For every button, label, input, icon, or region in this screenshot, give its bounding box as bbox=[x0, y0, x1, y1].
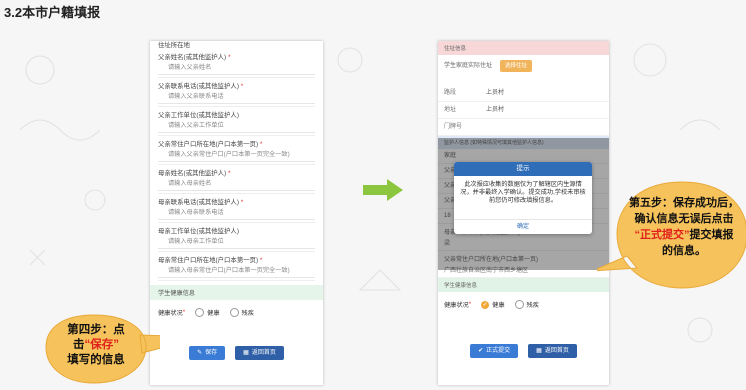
field-label: 父亲联系电话(或其他监护人) * bbox=[158, 83, 244, 90]
address-row: 路段 上员村 bbox=[438, 85, 609, 102]
right-arrow-icon bbox=[363, 179, 403, 201]
grid-icon: ▦ bbox=[243, 350, 249, 356]
form-field: 父亲联系电话(或其他监护人) * 请输入父亲联系电话 bbox=[158, 81, 315, 107]
dialog-title: 提示 bbox=[454, 162, 592, 176]
save-button[interactable]: ✎ 保存 bbox=[189, 346, 226, 360]
step4-highlight: “保存” bbox=[84, 339, 120, 351]
grid-icon: ▦ bbox=[536, 348, 542, 354]
field-input[interactable]: 请输入父亲常住户口(户口本第一页完全一致) bbox=[158, 148, 315, 162]
send-icon: ✔ bbox=[478, 348, 484, 354]
confirm-dialog: 提示 此次报应收集的数据仅为了解辖区内生源情况，并非最终入学确认。提交成功,学校… bbox=[454, 162, 592, 234]
healthy-radio[interactable] bbox=[195, 308, 205, 317]
form-field: 父亲工作单位(或其他监护人) 请输入父亲工作单位 bbox=[158, 110, 315, 136]
field-input[interactable]: 请输入母亲姓名 bbox=[158, 177, 315, 191]
disabled-option: 残疾 bbox=[241, 310, 254, 317]
form-field: 母亲工作单位(或其他监护人) 请输入母亲工作单位 bbox=[158, 226, 315, 252]
step5-callout: 第五步：保存成功后， 确认信息无误后点击 “正式提交”提交填报 的信息。 bbox=[591, 176, 746, 296]
step5-line2: 确认信息无误后点击 bbox=[634, 213, 734, 225]
field-input[interactable]: 请输入母亲工作单位 bbox=[158, 235, 315, 249]
health-label: 健康状况 bbox=[444, 302, 469, 309]
healthy-option: 健康 bbox=[207, 310, 220, 317]
save-icon: ✎ bbox=[197, 350, 203, 356]
dialog-message: 此次报应收集的数据仅为了解辖区内生源情况，并非最终入学确认。提交成功,学校未审核… bbox=[460, 181, 586, 204]
step4-line1: 第四步：点 bbox=[67, 324, 125, 336]
field-label: 母亲常住户口所在地(户口本第一页) * bbox=[158, 257, 263, 264]
cut-label: 住址所在地 bbox=[158, 42, 190, 49]
step5-highlight: “正式提交” bbox=[634, 229, 690, 241]
dialog-ok-button[interactable]: 确定 bbox=[454, 219, 592, 234]
field-input[interactable]: 请输入父亲工作单位 bbox=[158, 119, 315, 133]
page-title: 3.2本市户籍填报 bbox=[4, 5, 101, 20]
form-field: 父亲姓名(或其他监护人) * 请输入父亲姓名 bbox=[158, 52, 315, 78]
address-row: 门牌号 bbox=[438, 119, 609, 136]
step5-line3: 提交填报 bbox=[689, 229, 734, 241]
actual-address-row: 学生家庭实际住址 选择住址 bbox=[438, 55, 609, 77]
step5-line4: 的信息。 bbox=[662, 245, 706, 257]
back-home-button[interactable]: ▦ 返回首页 bbox=[528, 344, 577, 358]
form-field: 母亲联系电话(或其他监护人) * 请输入母亲联系电话 bbox=[158, 197, 315, 223]
disabled-option: 残疾 bbox=[526, 302, 539, 309]
form-field: 母亲姓名(或其他监护人) * 请输入母亲姓名 bbox=[158, 168, 315, 194]
disabled-radio[interactable] bbox=[229, 308, 239, 317]
field-input[interactable]: 请输入母亲常住户口(户口本第一页完全一致) bbox=[158, 264, 315, 278]
health-row: 健康状况 * ✓ 健康 残疾 bbox=[444, 300, 539, 309]
field-input[interactable]: 请输入父亲姓名 bbox=[158, 61, 315, 75]
right-form-screenshot: 住址信息 学生家庭实际住址 选择住址 路段 上员村 地址 上员村 门牌号 监护人信息 (… bbox=[438, 41, 609, 385]
address-section-title: 住址信息 bbox=[438, 41, 609, 55]
health-section-title: 学生健康信息 bbox=[150, 285, 323, 300]
field-label: 母亲姓名(或其他监护人) * bbox=[158, 170, 231, 177]
form-field: 母亲常住户口所在地(户口本第一页) * 请输入母亲常住户口(户口本第一页完全一致) bbox=[158, 255, 315, 281]
submit-button[interactable]: ✔ 正式提交 bbox=[470, 344, 519, 358]
field-input[interactable]: 请输入母亲联系电话 bbox=[158, 206, 315, 220]
field-input[interactable]: 请输入父亲联系电话 bbox=[158, 90, 315, 104]
healthy-option: 健康 bbox=[492, 302, 505, 309]
choose-address-button[interactable]: 选择住址 bbox=[500, 60, 533, 72]
back-home-button[interactable]: ▦ 返回首页 bbox=[235, 346, 284, 360]
field-label: 母亲工作单位(或其他监护人) bbox=[158, 228, 239, 235]
field-label: 父亲工作单位(或其他监护人) bbox=[158, 112, 239, 119]
address-row: 地址 上员村 bbox=[438, 102, 609, 119]
field-label: 父亲常住户口所在地(户口本第一页) * bbox=[158, 141, 263, 148]
form-field: 父亲常住户口所在地(户口本第一页) * 请输入父亲常住户口(户口本第一页完全一致) bbox=[158, 139, 315, 165]
health-label: 健康状况 bbox=[158, 310, 183, 317]
disabled-radio[interactable] bbox=[514, 300, 524, 309]
step4-line3: 填写的信息 bbox=[67, 354, 125, 366]
field-label: 父亲姓名(或其他监护人) * bbox=[158, 54, 231, 61]
checked-icon[interactable]: ✓ bbox=[481, 300, 490, 309]
health-row: 健康状况 * 健康 残疾 bbox=[158, 308, 254, 317]
step5-line1: 第五步：保存成功后， bbox=[629, 197, 739, 209]
field-label: 母亲联系电话(或其他监护人) * bbox=[158, 199, 244, 206]
step4-callout: 第四步：点 击“保存” 填写的信息 bbox=[42, 313, 203, 385]
health-section-title: 学生健康信息 bbox=[438, 278, 609, 292]
left-form-screenshot: 住址所在地 父亲姓名(或其他监护人) * 请输入父亲姓名 父亲联系电话(或其他监护人… bbox=[150, 41, 323, 385]
step4-line2: 击 bbox=[73, 339, 85, 351]
